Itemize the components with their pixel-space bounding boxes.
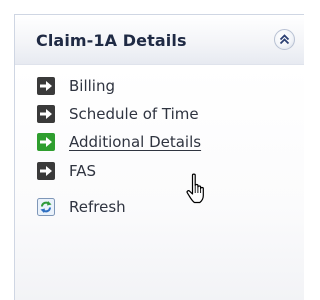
- item-fas[interactable]: FAS: [37, 159, 96, 183]
- arrow-right-icon: [37, 77, 55, 95]
- refresh-link[interactable]: Refresh: [37, 195, 126, 219]
- panel-body: Billing Schedule of Time Additional Deta…: [15, 65, 304, 300]
- item-billing[interactable]: Billing: [37, 74, 115, 98]
- panel-header: Claim-1A Details: [15, 15, 304, 65]
- panel-title: Claim-1A Details: [36, 31, 187, 50]
- item-label: FAS: [69, 162, 97, 180]
- refresh-icon: [37, 198, 55, 216]
- arrow-right-icon: [37, 162, 55, 180]
- item-label: Billing: [69, 77, 115, 95]
- arrow-right-icon: [37, 105, 55, 123]
- item-label: Additional Details: [69, 133, 202, 151]
- arrow-right-icon: [37, 133, 55, 151]
- item-label: Schedule of Time: [69, 105, 199, 123]
- item-schedule-of-time[interactable]: Schedule of Time: [37, 102, 199, 126]
- double-chevron-up-icon: [279, 34, 290, 45]
- refresh-label: Refresh: [69, 198, 126, 216]
- item-additional-details[interactable]: Additional Details: [37, 130, 201, 154]
- collapse-button[interactable]: [274, 29, 295, 50]
- claim-details-panel: Claim-1A Details Billing Schedule of Tim…: [14, 14, 304, 300]
